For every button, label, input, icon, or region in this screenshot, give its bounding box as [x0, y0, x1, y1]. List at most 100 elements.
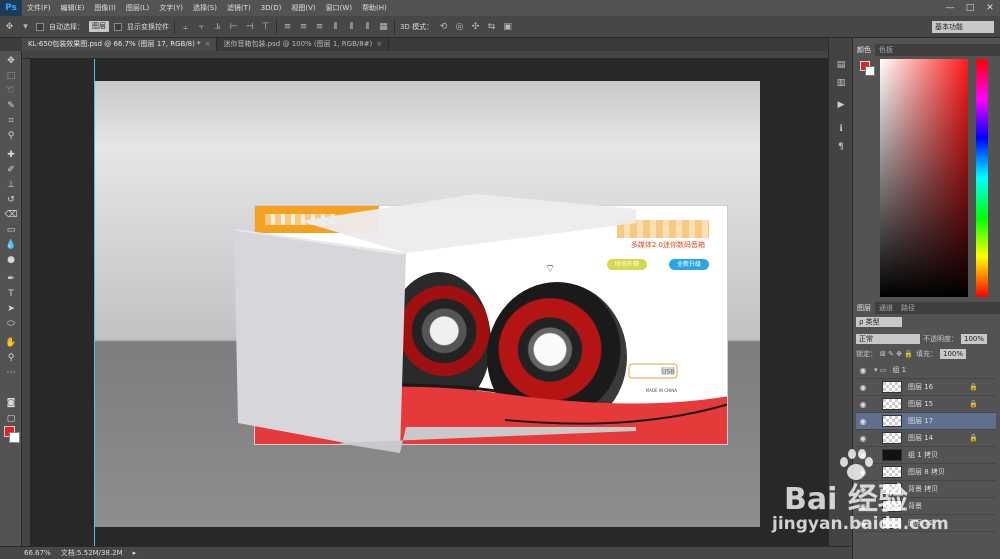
auto-select-dropdown[interactable]: 图层: [89, 21, 109, 32]
show-transform-checkbox[interactable]: [114, 22, 122, 31]
3d-scale-icon[interactable]: ▣: [502, 22, 513, 32]
eraser-tool-icon[interactable]: ⌫: [4, 209, 18, 222]
hand-tool-icon[interactable]: ✋: [4, 337, 18, 350]
menu-image[interactable]: 图像(I): [89, 3, 121, 13]
menu-type[interactable]: 文字(Y): [154, 3, 188, 13]
brush-tool-icon[interactable]: ✐: [4, 164, 18, 177]
layer-row-group-1-copy[interactable]: ◉ 组 1 拷贝: [856, 447, 996, 464]
gradient-tool-icon[interactable]: ▭: [4, 224, 18, 237]
paragraph-icon[interactable]: ¶: [835, 142, 847, 154]
minimize-button[interactable]: —: [940, 0, 960, 16]
opacity-input[interactable]: 100%: [961, 334, 988, 344]
path-select-tool-icon[interactable]: ➤: [4, 303, 18, 316]
align-right-icon[interactable]: ⊤: [260, 22, 271, 32]
eye-icon[interactable]: ◉: [856, 451, 870, 460]
zoom-level[interactable]: 66.67%: [24, 549, 51, 557]
chevron-down-icon[interactable]: ▾: [20, 22, 31, 32]
auto-select-checkbox[interactable]: [36, 22, 44, 31]
crop-tool-icon[interactable]: ⌗: [4, 115, 18, 128]
color-spectrum[interactable]: [880, 59, 968, 297]
tab-color[interactable]: 颜色: [853, 44, 875, 56]
document-info[interactable]: 文档:5.52M/38.2M: [61, 548, 123, 558]
lock-icon[interactable]: ⊠ ✎ ✥ 🔒: [880, 350, 913, 358]
align-left-icon[interactable]: ⊢: [228, 22, 239, 32]
layer-row-background-copy[interactable]: ◉ 背景 拷贝: [856, 481, 996, 498]
fill-input[interactable]: 100%: [940, 349, 967, 359]
close-tab-icon[interactable]: ×: [376, 40, 382, 48]
distribute-middle-icon[interactable]: ≡: [298, 22, 309, 32]
distribute-bottom-icon[interactable]: ≡: [314, 22, 325, 32]
color-panel-background[interactable]: [865, 66, 875, 76]
eye-icon[interactable]: ◉: [856, 417, 870, 426]
menu-help[interactable]: 帮助(H): [357, 3, 392, 13]
background-color-swatch[interactable]: [9, 432, 20, 443]
eye-icon[interactable]: ◉: [856, 485, 870, 494]
3d-roll-icon[interactable]: ◎: [454, 22, 465, 32]
menu-file[interactable]: 文件(F): [22, 3, 56, 13]
quick-select-tool-icon[interactable]: ✎: [4, 100, 18, 113]
history-icon[interactable]: ▤: [835, 60, 847, 72]
3d-pan-icon[interactable]: ✣: [470, 22, 481, 32]
history-brush-tool-icon[interactable]: ↺: [4, 194, 18, 207]
info-icon[interactable]: ℹ: [835, 124, 847, 136]
3d-rotate-icon[interactable]: ⟲: [438, 22, 449, 32]
menu-layer[interactable]: 图层(L): [121, 3, 154, 13]
move-tool-icon[interactable]: ✥: [4, 55, 18, 68]
healing-brush-tool-icon[interactable]: ✚: [4, 149, 18, 162]
tab-paths[interactable]: 路径: [897, 302, 919, 314]
eye-icon[interactable]: ◉: [856, 434, 870, 443]
distribute-center-icon[interactable]: ⦀: [346, 22, 357, 32]
document-canvas[interactable]: 多媒体2.0迷你数码音箱 时尚外观 全新升级 ⌔ 时尚 月 USB MADE I…: [94, 81, 760, 527]
screen-mode-icon[interactable]: ▢: [4, 413, 18, 426]
vertical-ruler[interactable]: [22, 59, 30, 546]
layer-row-background[interactable]: ◉ 背景: [856, 498, 996, 515]
align-center-icon[interactable]: ⊣: [244, 22, 255, 32]
workspace-dropdown[interactable]: 基本功能: [932, 21, 994, 33]
tab-channels[interactable]: 通道: [875, 302, 897, 314]
menu-edit[interactable]: 编辑(E): [56, 3, 90, 13]
marquee-tool-icon[interactable]: ⬚: [4, 70, 18, 83]
layer-row-14[interactable]: ◉ 图层 14 🔒: [856, 430, 996, 447]
type-tool-icon[interactable]: T: [4, 288, 18, 301]
eye-icon[interactable]: ◉: [856, 502, 870, 511]
canvas-area[interactable]: 多媒体2.0迷你数码音箱 时尚外观 全新升级 ⌔ 时尚 月 USB MADE I…: [30, 59, 828, 546]
chevron-right-icon[interactable]: ▸: [133, 549, 137, 557]
layer-filter-dropdown[interactable]: ρ 类型: [856, 317, 902, 327]
menu-filter[interactable]: 滤镜(T): [222, 3, 256, 13]
hue-slider[interactable]: [976, 59, 988, 297]
move-tool-icon[interactable]: ✥: [4, 22, 15, 32]
layer-row-group-1[interactable]: ◉ ▾ ▭ 组 1: [856, 362, 996, 379]
clone-stamp-tool-icon[interactable]: ⊥: [4, 179, 18, 192]
menu-select[interactable]: 选择(S): [188, 3, 222, 13]
layer-row-15[interactable]: ◉ 图层 15 🔒: [856, 396, 996, 413]
shape-tool-icon[interactable]: ⬭: [4, 318, 18, 331]
menu-3d[interactable]: 3D(D): [256, 4, 287, 12]
tab-layers[interactable]: 图层: [853, 302, 875, 314]
horizontal-ruler[interactable]: [22, 51, 828, 59]
blend-mode-dropdown[interactable]: 正常: [856, 334, 920, 344]
eye-icon[interactable]: ◉: [856, 519, 870, 528]
pen-tool-icon[interactable]: ✒: [4, 273, 18, 286]
lasso-tool-icon[interactable]: ➰: [4, 85, 18, 98]
quick-mask-icon[interactable]: ◙: [4, 397, 18, 410]
dodge-tool-icon[interactable]: ●: [4, 254, 18, 267]
layer-row-11[interactable]: ◉ 图层 11: [856, 515, 996, 532]
blur-tool-icon[interactable]: 💧: [4, 239, 18, 252]
properties-icon[interactable]: ▥: [835, 78, 847, 90]
distribute-right-icon[interactable]: ⦀: [362, 22, 373, 32]
layer-row-17-selected[interactable]: ◉ 图层 17: [856, 413, 996, 430]
eye-icon[interactable]: ◉: [856, 468, 870, 477]
eyedropper-tool-icon[interactable]: ⚲: [4, 130, 18, 143]
3d-box-mockup[interactable]: [94, 81, 760, 527]
close-tab-icon[interactable]: ×: [205, 40, 211, 48]
guide-line[interactable]: [94, 59, 95, 546]
align-top-icon[interactable]: ⫠: [180, 22, 191, 32]
layer-row-8-copy[interactable]: ◉ 图层 8 拷贝: [856, 464, 996, 481]
align-bottom-icon[interactable]: ⫡: [212, 22, 223, 32]
layer-row-16[interactable]: ◉ 图层 16 🔒: [856, 379, 996, 396]
align-middle-icon[interactable]: ⫟: [196, 22, 207, 32]
menu-window[interactable]: 窗口(W): [321, 3, 357, 13]
eye-icon[interactable]: ◉: [856, 383, 870, 392]
close-button[interactable]: ✕: [980, 0, 1000, 16]
actions-icon[interactable]: ▶: [835, 100, 847, 112]
